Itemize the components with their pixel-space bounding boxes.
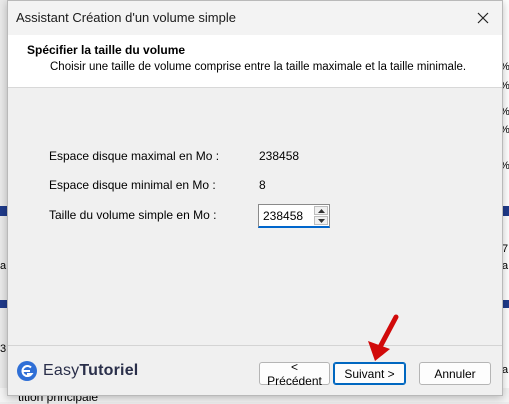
close-icon bbox=[477, 12, 489, 24]
easytutoriel-logo-icon bbox=[17, 361, 37, 381]
cancel-button[interactable]: Annuler bbox=[419, 362, 491, 385]
max-size-label: Espace disque maximal en Mo : bbox=[49, 149, 220, 163]
stepper-down-button[interactable] bbox=[314, 216, 328, 225]
volume-size-input[interactable] bbox=[259, 205, 315, 226]
stepper-buttons bbox=[314, 206, 328, 225]
page-subtitle: Choisir une taille de volume comprise en… bbox=[50, 61, 467, 73]
background-mark: a bbox=[0, 260, 7, 272]
dialog-title: Assistant Création d'un volume simple bbox=[16, 10, 236, 25]
wizard-dialog: Assistant Création d'un volume simple Sp… bbox=[7, 0, 503, 396]
volume-size-label: Taille du volume simple en Mo : bbox=[49, 208, 217, 222]
previous-button[interactable]: < Précédent bbox=[259, 360, 330, 388]
chevron-down-icon bbox=[317, 218, 325, 223]
title-bar: Assistant Création d'un volume simple bbox=[8, 1, 502, 35]
min-size-value: 8 bbox=[259, 178, 266, 192]
easytutoriel-logo: EasyTutoriel bbox=[16, 359, 138, 383]
logo-text: EasyTutoriel bbox=[43, 362, 139, 379]
wizard-header: Spécifier la taille du volume Choisir un… bbox=[8, 35, 502, 88]
close-button[interactable] bbox=[468, 3, 498, 33]
volume-size-stepper bbox=[258, 204, 330, 228]
footer-divider bbox=[8, 345, 502, 346]
background-mark: 3 bbox=[0, 343, 7, 355]
stepper-up-button[interactable] bbox=[314, 206, 328, 215]
min-size-label: Espace disque minimal en Mo : bbox=[49, 178, 216, 192]
chevron-up-icon bbox=[317, 208, 325, 213]
page-title: Spécifier la taille du volume bbox=[27, 43, 186, 57]
next-button[interactable]: Suivant > bbox=[333, 362, 406, 385]
max-size-value: 238458 bbox=[259, 149, 300, 163]
